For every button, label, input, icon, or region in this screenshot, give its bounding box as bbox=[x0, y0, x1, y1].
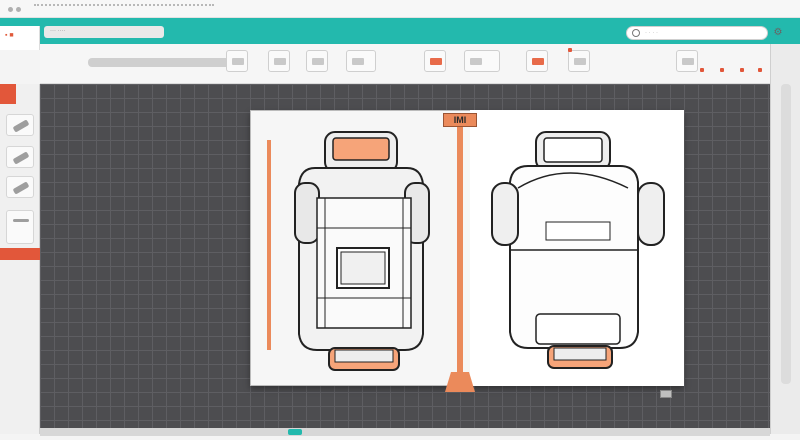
preview-button[interactable] bbox=[676, 50, 698, 72]
preview-icon bbox=[682, 58, 694, 65]
vertical-scrollbar[interactable] bbox=[781, 84, 791, 384]
active-tool-indicator bbox=[0, 84, 16, 104]
select-tool-icon bbox=[12, 119, 30, 133]
file-menu-label: ··· ···· bbox=[50, 28, 66, 34]
status-dot bbox=[568, 48, 572, 52]
device-right-illustration[interactable] bbox=[488, 128, 668, 378]
settings-button[interactable]: ⚙ bbox=[772, 27, 784, 39]
status-dot bbox=[700, 68, 704, 72]
frame-tool-button[interactable] bbox=[346, 50, 376, 72]
search-placeholder: · · · · bbox=[645, 30, 658, 36]
settings-icon: ⚙ bbox=[773, 27, 783, 38]
layers-button[interactable] bbox=[424, 50, 446, 72]
toolbar bbox=[40, 44, 770, 84]
properties-icon bbox=[13, 219, 29, 222]
select-tool-button[interactable] bbox=[6, 114, 34, 136]
align-icon bbox=[470, 58, 482, 65]
mirror-icon bbox=[274, 58, 286, 65]
window-dot-icon[interactable] bbox=[8, 7, 13, 12]
center-guide[interactable] bbox=[457, 126, 463, 376]
file-menu[interactable]: ··· ···· bbox=[44, 26, 164, 38]
right-sidebar bbox=[770, 44, 800, 434]
window-title bbox=[34, 4, 214, 12]
status-dot bbox=[720, 68, 724, 72]
frame-icon bbox=[352, 58, 364, 65]
device-left-illustration[interactable] bbox=[285, 128, 445, 378]
align-button[interactable] bbox=[464, 50, 500, 72]
export-icon bbox=[532, 58, 544, 65]
window-dot-icon[interactable] bbox=[16, 7, 21, 12]
brush-tool-button[interactable] bbox=[6, 176, 34, 198]
status-dot bbox=[740, 68, 744, 72]
selected-item-indicator bbox=[0, 248, 40, 260]
page-icon bbox=[312, 58, 324, 65]
brush-tool-icon bbox=[12, 181, 30, 195]
title-bar bbox=[0, 0, 800, 18]
page-tool-button[interactable] bbox=[306, 50, 328, 72]
layers-icon bbox=[430, 58, 442, 65]
share-button[interactable] bbox=[568, 50, 590, 72]
scrollbar-thumb[interactable] bbox=[288, 429, 302, 435]
center-guide-label: IMI bbox=[443, 113, 477, 127]
pen-tool-button[interactable] bbox=[6, 146, 34, 168]
search-icon bbox=[632, 29, 640, 37]
app-logo-label: ▪ ■ bbox=[5, 32, 14, 39]
rectangle-tool-button[interactable] bbox=[226, 50, 248, 72]
pen-tool-icon bbox=[12, 151, 30, 165]
file-path-field[interactable] bbox=[88, 58, 234, 67]
app-logo[interactable]: ▪ ■ bbox=[0, 26, 40, 50]
mirror-tool-button[interactable] bbox=[268, 50, 290, 72]
resize-handle[interactable] bbox=[660, 390, 672, 398]
status-dot bbox=[758, 68, 762, 72]
height-dimension-line bbox=[267, 140, 271, 350]
horizontal-scrollbar[interactable] bbox=[40, 428, 770, 436]
share-icon bbox=[574, 58, 586, 65]
rectangle-icon bbox=[232, 58, 244, 65]
properties-button[interactable] bbox=[6, 210, 34, 244]
export-button[interactable] bbox=[526, 50, 548, 72]
search-input[interactable]: · · · · bbox=[626, 26, 768, 40]
